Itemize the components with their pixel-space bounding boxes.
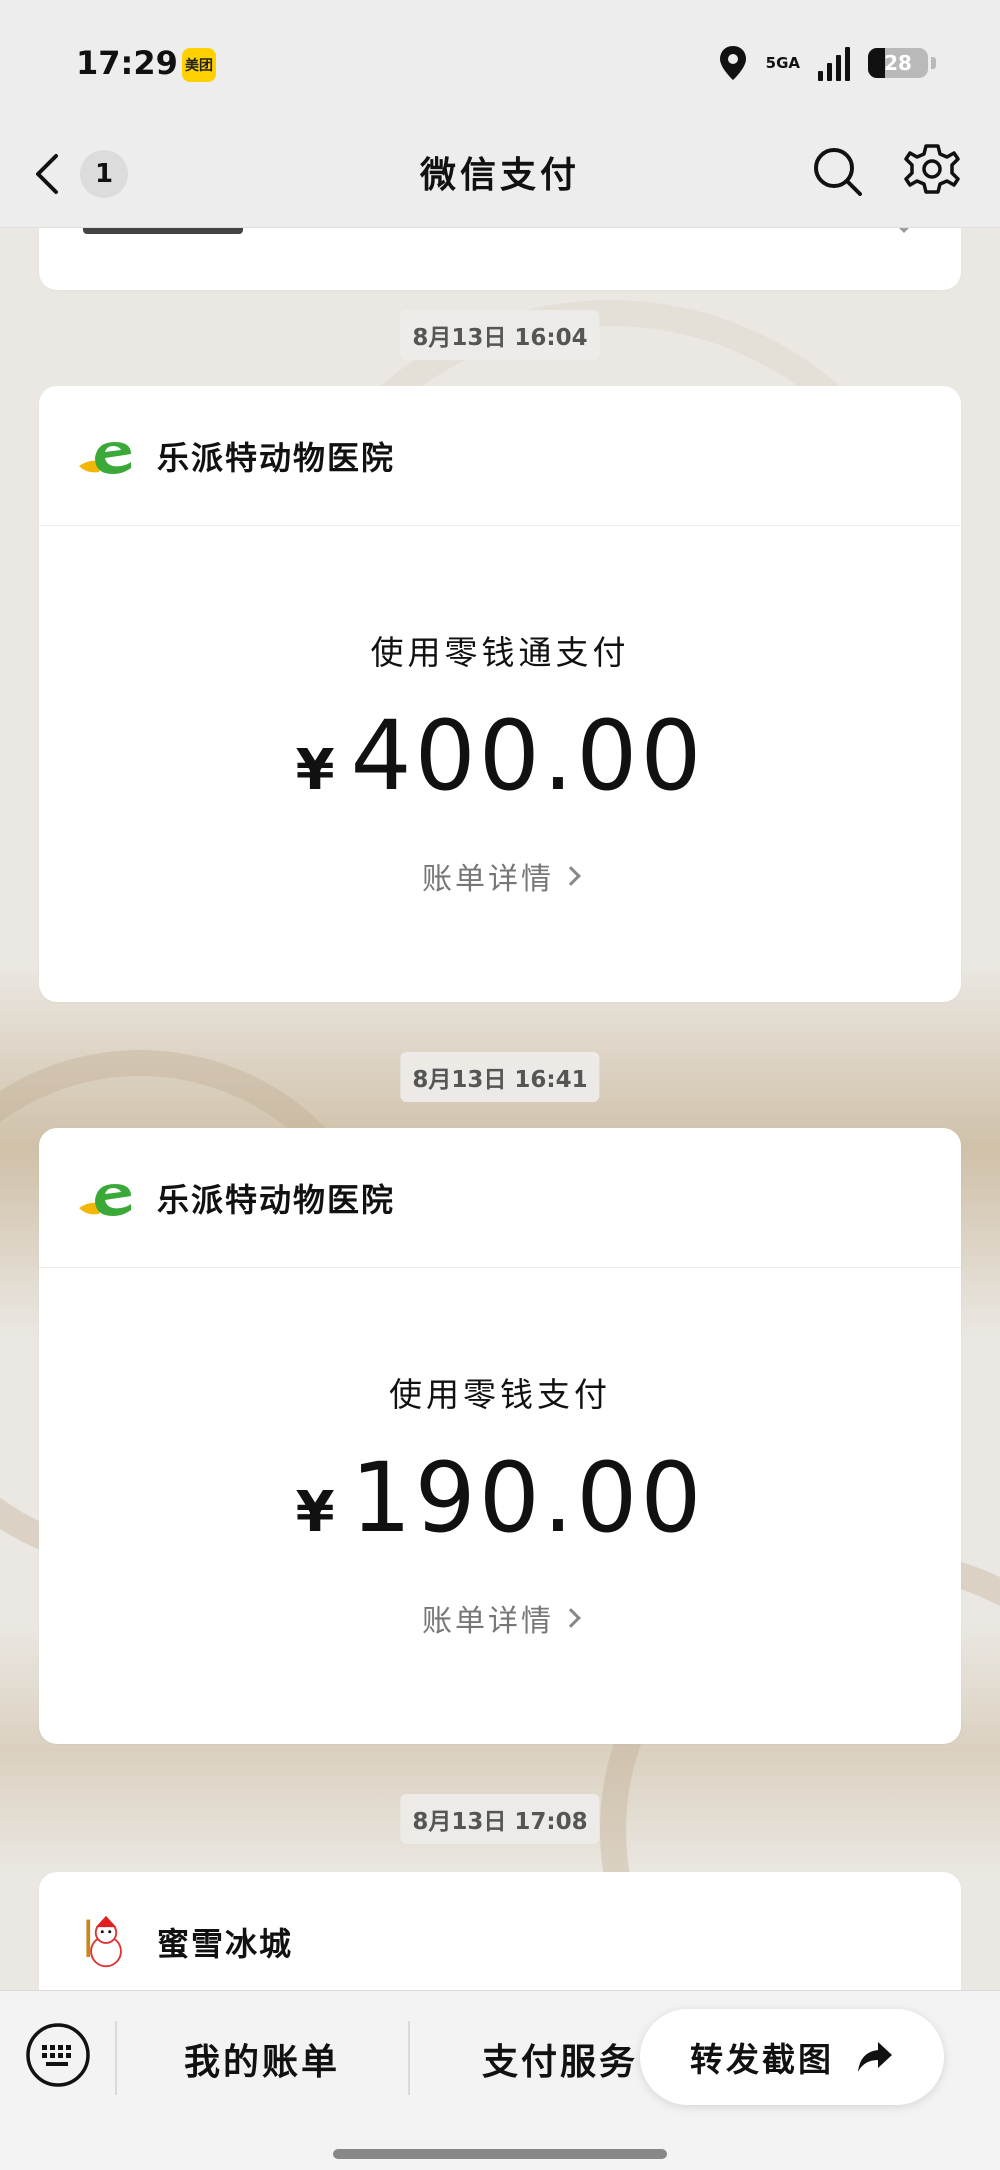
merchant-name: 乐派特动物医院: [157, 438, 396, 477]
amount-value: 400.00: [350, 700, 705, 812]
message-timestamp: 8月13日 16:04: [400, 310, 600, 360]
battery-icon: 28: [868, 48, 928, 78]
chevron-right-icon: [561, 866, 581, 886]
chevron-down-icon: [894, 228, 914, 233]
payment-method: 使用零钱支付: [389, 1375, 611, 1414]
card-header: 乐派特动物医院: [39, 1128, 961, 1268]
battery-tip: [931, 57, 936, 69]
pay-services-menu[interactable]: 支付服务: [482, 2033, 638, 2085]
merchant-logo-icon: [79, 441, 131, 474]
payment-card[interactable]: 蜜雪冰城: [39, 1872, 961, 1990]
home-indicator[interactable]: [333, 2149, 667, 2159]
gear-icon[interactable]: [902, 140, 962, 204]
payment-card[interactable]: 乐派特动物医院 使用零钱通支付 ¥ 400.00 账单详情: [39, 386, 961, 1002]
chat-area[interactable]: 8月13日 16:04 乐派特动物医院 使用零钱通支付 ¥ 400.00 账单详…: [0, 228, 1000, 1990]
clipped-text: [83, 228, 243, 234]
card-header: 乐派特动物医院: [39, 386, 961, 526]
payment-amount: ¥ 190.00: [39, 1450, 961, 1546]
bill-details-link[interactable]: 账单详情: [422, 854, 581, 898]
chevron-right-icon: [561, 1608, 581, 1628]
meituan-app-badge: 美团: [182, 48, 216, 82]
card-body: 使用零钱支付 ¥ 190.00 账单详情: [39, 1368, 961, 1640]
currency-symbol: ¥: [295, 738, 335, 803]
merchant-name: 乐派特动物医院: [157, 1180, 396, 1219]
bill-details-label: 账单详情: [422, 1604, 554, 1639]
bottom-toolbar: 我的账单 支付服务 转发截图: [0, 1990, 1000, 2170]
toolbar-divider: [408, 2021, 410, 2095]
merchant-logo-icon: [79, 1183, 131, 1216]
status-bar: 17:29 美团 5GA 28: [0, 0, 1000, 120]
snow-king-logo-icon: [86, 1915, 122, 1968]
share-screenshot-label: 转发截图: [690, 2040, 834, 2079]
keyboard-icon[interactable]: [24, 2021, 92, 2089]
signal-strength-icon: [818, 45, 850, 81]
search-icon[interactable]: [808, 142, 868, 202]
share-screenshot-button[interactable]: 转发截图: [640, 2009, 944, 2105]
nav-bar: 1 微信支付: [0, 120, 1000, 228]
card-body: 使用零钱通支付 ¥ 400.00 账单详情: [39, 626, 961, 898]
share-arrow-icon: [858, 2042, 892, 2072]
payment-method: 使用零钱通支付: [370, 633, 630, 672]
location-icon: [719, 46, 746, 80]
message-timestamp: 8月13日 17:08: [400, 1794, 600, 1844]
my-bills-menu[interactable]: 我的账单: [184, 2033, 340, 2085]
merchant-name: 蜜雪冰城: [157, 1925, 294, 1963]
currency-symbol: ¥: [295, 1480, 335, 1545]
bill-details-link[interactable]: 账单详情: [422, 1596, 581, 1640]
bill-details-label: 账单详情: [422, 862, 554, 897]
status-time: 17:29: [76, 44, 178, 82]
message-timestamp: 8月13日 16:41: [400, 1052, 600, 1102]
battery-level: 28: [884, 51, 912, 75]
status-indicators: 5GA 28: [718, 44, 936, 82]
previous-message-card[interactable]: [39, 228, 961, 290]
amount-value: 190.00: [350, 1442, 705, 1554]
payment-card[interactable]: 乐派特动物医院 使用零钱支付 ¥ 190.00 账单详情: [39, 1128, 961, 1744]
card-header: 蜜雪冰城: [39, 1872, 961, 1990]
network-type-label: 5GA: [765, 54, 800, 72]
toolbar-divider: [115, 2021, 117, 2095]
payment-amount: ¥ 400.00: [39, 708, 961, 804]
